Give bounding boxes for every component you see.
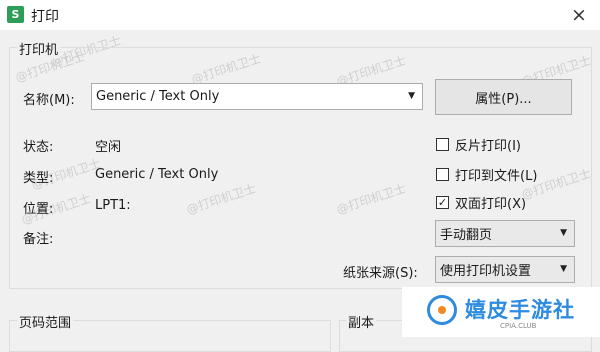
- dropdown-arrow-icon: ▼: [560, 264, 567, 274]
- printer-name-label: 名称(M):: [23, 93, 75, 108]
- close-button[interactable]: ×: [566, 2, 592, 28]
- page-range-group-title: 页码范围: [17, 312, 74, 331]
- wps-app-icon: S: [7, 6, 24, 23]
- location-value: LPT1:: [95, 198, 131, 213]
- reverse-print-checkbox[interactable]: [436, 138, 449, 151]
- printer-group-title: 打印机: [17, 39, 61, 58]
- properties-button[interactable]: 属性(P)...: [435, 79, 572, 115]
- status-label: 状态:: [23, 140, 54, 155]
- duplex-checkbox[interactable]: ✓: [436, 196, 449, 209]
- paper-source-label: 纸张来源(S):: [343, 266, 418, 281]
- print-to-file-checkbox[interactable]: [436, 168, 449, 181]
- dropdown-arrow-icon: ▼: [560, 228, 567, 238]
- comment-label: 备注:: [23, 232, 54, 247]
- title-bar: [0, 0, 600, 30]
- type-label: 类型:: [23, 171, 54, 186]
- checkmark-icon: ✓: [437, 196, 448, 209]
- location-label: 位置:: [23, 202, 54, 217]
- dropdown-arrow-icon: ▼: [408, 91, 415, 101]
- duplex-mode-select[interactable]: 手动翻页 ▼: [435, 220, 575, 247]
- status-value: 空闲: [95, 140, 122, 155]
- brand-logo-icon: [427, 295, 457, 325]
- type-value: Generic / Text Only: [95, 167, 219, 182]
- copies-group-title: 副本: [346, 312, 377, 331]
- printer-name-value: Generic / Text Only: [96, 89, 220, 104]
- duplex-mode-value: 手动翻页: [440, 228, 493, 243]
- paper-source-select[interactable]: 使用打印机设置 ▼: [435, 256, 575, 283]
- duplex-label[interactable]: 双面打印(X): [455, 193, 526, 212]
- print-to-file-label[interactable]: 打印到文件(L): [455, 165, 537, 184]
- brand-name: 嬉皮手游社: [465, 298, 575, 322]
- paper-source-value: 使用打印机设置: [440, 264, 532, 279]
- printer-name-select[interactable]: Generic / Text Only ▼: [91, 83, 423, 110]
- reverse-print-label[interactable]: 反片打印(I): [455, 135, 521, 154]
- brand-sub: CPIA.CLUB: [500, 322, 537, 330]
- window-title: 打印: [31, 9, 59, 25]
